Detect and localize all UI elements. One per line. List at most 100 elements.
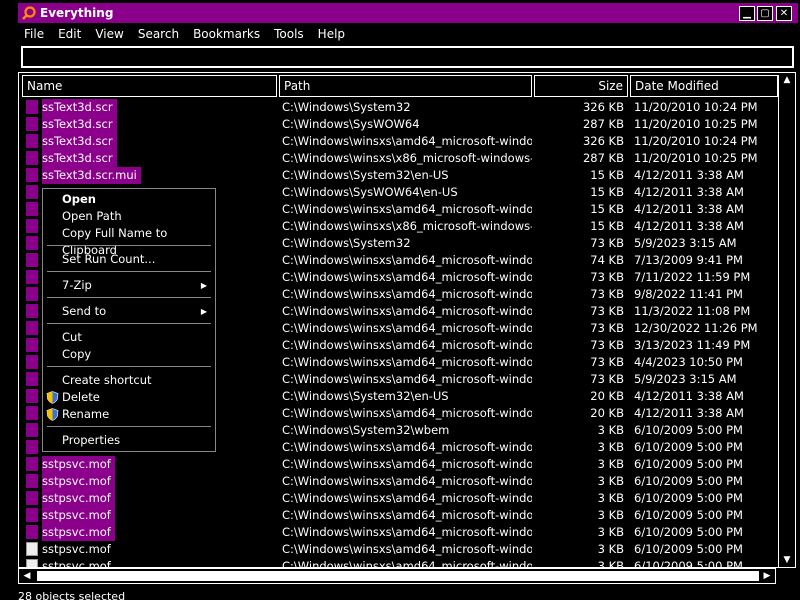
horizontal-scroll-thumb[interactable]	[37, 571, 759, 581]
title-bar[interactable]: Everything ▁ ▢ ✕	[0, 0, 800, 26]
file-icon	[26, 423, 38, 437]
column-header-name[interactable]: Name	[22, 75, 277, 97]
menu-search[interactable]: Search	[132, 26, 187, 42]
column-header-date-modified[interactable]: Date Modified	[630, 75, 778, 97]
ctx-open-path[interactable]: Open Path	[43, 208, 215, 225]
cell-path: C:\Windows\System32	[282, 100, 411, 114]
table-row[interactable]: sstpsvc.mof C:\Windows\winsxs\amd64_micro…	[22, 507, 776, 524]
maximize-button[interactable]: ▢	[757, 6, 773, 21]
menu-bookmarks[interactable]: Bookmarks	[187, 26, 268, 42]
scroll-up-arrow-icon[interactable]: ▲	[781, 75, 793, 87]
table-row[interactable]: ssText3d.scr.mui C:\Windows\System32\en-U…	[22, 167, 776, 184]
file-name: sstpsvc.mof	[42, 542, 111, 556]
menu-edit[interactable]: Edit	[52, 26, 89, 42]
ctx-set-run-count[interactable]: Set Run Count...	[43, 251, 215, 268]
cell-name: ssText3d.scr	[26, 99, 276, 116]
file-icon	[26, 168, 38, 182]
cell-size: 3 KB	[597, 542, 624, 556]
scroll-left-arrow-icon[interactable]: ◀	[21, 570, 33, 582]
menu-file[interactable]: File	[18, 26, 52, 42]
cell-date-modified: 11/20/2010 10:24 PM	[634, 100, 758, 114]
table-row[interactable]: sstpsvc.mof C:\Windows\winsxs\amd64_micro…	[22, 473, 776, 490]
table-row[interactable]: sstpsvc.mof C:\Windows\winsxs\amd64_micro…	[22, 558, 776, 567]
ctx-copy-full-name[interactable]: Copy Full Name to Clipboard	[43, 225, 215, 257]
magnifier-app-icon	[22, 6, 36, 20]
cell-size: 73 KB	[590, 304, 624, 318]
file-icon	[26, 117, 38, 131]
column-header-size[interactable]: Size	[534, 75, 628, 97]
ctx-properties[interactable]: Properties	[43, 432, 215, 449]
ctx-copy[interactable]: Copy	[43, 346, 215, 363]
file-icon	[26, 559, 38, 567]
ctx-rename-label: Rename	[62, 407, 110, 421]
file-icon	[26, 406, 38, 420]
file-name: ssText3d.scr.mui	[42, 167, 141, 184]
cell-path: C:\Windows\winsxs\amd64_microsoft-window…	[282, 253, 532, 267]
cell-size: 287 KB	[582, 117, 624, 131]
file-icon	[26, 304, 38, 318]
cell-path: C:\Windows\winsxs\amd64_microsoft-window…	[282, 355, 532, 369]
cell-size: 20 KB	[590, 389, 624, 403]
cell-path: C:\Windows\System32\en-US	[282, 389, 449, 403]
ctx-cut[interactable]: Cut	[43, 329, 215, 346]
submenu-arrow-icon: ▶	[200, 307, 207, 316]
table-row[interactable]: sstpsvc.mof C:\Windows\winsxs\amd64_micro…	[22, 490, 776, 507]
table-row[interactable]: ssText3d.scr C:\Windows\System32 326 KB 11/…	[22, 99, 776, 116]
cell-name: sstpsvc.mof	[26, 558, 276, 567]
ctx-7zip[interactable]: 7-Zip ▶	[43, 277, 215, 294]
table-row[interactable]: sstpsvc.mof C:\Windows\winsxs\amd64_micro…	[22, 524, 776, 541]
ctx-create-shortcut[interactable]: Create shortcut	[43, 372, 215, 389]
ctx-rename[interactable]: Rename	[43, 406, 215, 423]
table-row[interactable]: sstpsvc.mof C:\Windows\winsxs\amd64_micro…	[22, 541, 776, 558]
cell-date-modified: 6/10/2009 5:00 PM	[634, 542, 743, 556]
cell-size: 73 KB	[590, 287, 624, 301]
file-icon	[26, 474, 38, 488]
ctx-send-to[interactable]: Send to ▶	[43, 303, 215, 320]
close-button[interactable]: ✕	[776, 6, 792, 21]
vertical-scrollbar[interactable]: ▲ ▼	[778, 75, 795, 567]
table-row[interactable]: ssText3d.scr C:\Windows\winsxs\amd64_micr…	[22, 133, 776, 150]
cell-path: C:\Windows\winsxs\amd64_microsoft-window…	[282, 270, 532, 284]
menu-view[interactable]: View	[89, 26, 131, 42]
cell-name: ssText3d.scr	[26, 133, 276, 150]
file-icon	[26, 134, 38, 148]
cell-path: C:\Windows\winsxs\amd64_microsoft-window…	[282, 508, 532, 522]
scroll-right-arrow-icon[interactable]: ▶	[761, 570, 773, 582]
cell-path: C:\Windows\winsxs\x86_microsoft-windows-…	[282, 151, 532, 165]
cell-date-modified: 12/30/2022 11:26 PM	[634, 321, 758, 335]
cell-path: C:\Windows\SysWOW64	[282, 117, 420, 131]
cell-name: sstpsvc.mof	[26, 524, 276, 541]
ctx-7zip-label: 7-Zip	[62, 278, 92, 292]
file-name: sstpsvc.mof	[42, 524, 115, 541]
ctx-separator	[47, 426, 211, 427]
horizontal-scrollbar[interactable]: ◀ ▶	[18, 568, 776, 584]
column-header-path[interactable]: Path	[279, 75, 532, 97]
submenu-arrow-icon: ▶	[200, 281, 207, 290]
table-row[interactable]: ssText3d.scr C:\Windows\winsxs\x86_micros…	[22, 150, 776, 167]
ctx-send-to-label: Send to	[62, 304, 107, 318]
cell-size: 15 KB	[590, 202, 624, 216]
ctx-open[interactable]: Open	[43, 191, 215, 208]
minimize-button[interactable]: ▁	[739, 6, 755, 21]
cell-path: C:\Windows\winsxs\x86_microsoft-windows-…	[282, 219, 532, 233]
menu-help[interactable]: Help	[312, 26, 353, 42]
scroll-down-arrow-icon[interactable]: ▼	[781, 555, 793, 567]
cell-size: 3 KB	[597, 440, 624, 454]
cell-size: 287 KB	[582, 151, 624, 165]
file-icon	[26, 355, 38, 369]
table-row[interactable]: sstpsvc.mof C:\Windows\winsxs\amd64_micro…	[22, 456, 776, 473]
cell-size: 3 KB	[597, 457, 624, 471]
cell-path: C:\Windows\System32\wbem	[282, 423, 450, 437]
cell-size: 15 KB	[590, 168, 624, 182]
column-header-row: Name Path Size Date Modified	[22, 75, 778, 97]
cell-date-modified: 4/12/2011 3:38 AM	[634, 168, 744, 182]
search-input[interactable]	[21, 46, 794, 68]
file-icon	[26, 202, 38, 216]
ctx-delete[interactable]: Delete	[43, 389, 215, 406]
cell-path: C:\Windows\winsxs\amd64_microsoft-window…	[282, 525, 532, 539]
cell-name: ssText3d.scr	[26, 150, 276, 167]
menu-tools[interactable]: Tools	[268, 26, 312, 42]
cell-date-modified: 4/12/2011 3:38 AM	[634, 406, 744, 420]
table-row[interactable]: ssText3d.scr C:\Windows\SysWOW64 287 KB 11/…	[22, 116, 776, 133]
cell-date-modified: 6/10/2009 5:00 PM	[634, 474, 743, 488]
